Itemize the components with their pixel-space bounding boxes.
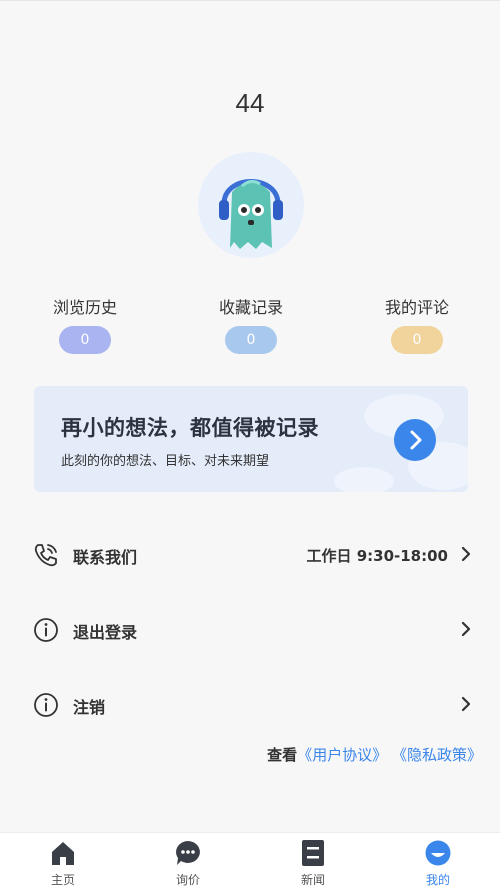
privacy-policy-link[interactable]: 《隐私政策》 xyxy=(392,746,482,764)
tab-mine[interactable]: 我的 xyxy=(398,833,478,888)
stat-count-badge: 0 xyxy=(59,326,111,354)
banner-title: 再小的想法，都值得被记录 xyxy=(61,416,319,440)
tab-news[interactable]: 新闻 xyxy=(273,833,353,888)
info-icon xyxy=(34,693,58,717)
menu-item-contact[interactable]: 联系我们 工作日 9:30-18:00 xyxy=(0,518,500,592)
stat-label: 收藏记录 xyxy=(218,298,283,317)
tab-label: 我的 xyxy=(425,873,450,887)
stats-row: 浏览历史 0 收藏记录 0 我的评论 0 xyxy=(0,296,500,366)
policy-view-label: 查看 xyxy=(267,746,298,764)
phone-icon xyxy=(34,544,57,567)
menu-label: 联系我们 xyxy=(73,548,138,567)
avatar[interactable] xyxy=(198,152,304,258)
banner-go-button[interactable] xyxy=(394,419,436,461)
tab-home[interactable]: 主页 xyxy=(23,833,103,888)
news-document-icon xyxy=(302,840,324,866)
stat-my-comments[interactable]: 我的评论 0 xyxy=(357,296,477,354)
idea-banner[interactable]: 再小的想法，都值得被记录 此刻的你的想法、目标、对未来期望 xyxy=(34,386,468,492)
menu-item-logout[interactable]: 退出登录 xyxy=(0,593,500,667)
working-hours: 工作日 9:30-18:00 xyxy=(306,547,448,565)
bottom-tab-bar: 主页 询价 新闻 我的 xyxy=(0,832,500,888)
user-agreement-link[interactable]: 《用户协议》 xyxy=(297,746,387,764)
chevron-right-icon xyxy=(461,696,471,712)
chevron-right-icon xyxy=(461,546,471,562)
banner-subtitle: 此刻的你的想法、目标、对未来期望 xyxy=(61,454,270,469)
stat-browse-history[interactable]: 浏览历史 0 xyxy=(25,296,145,354)
avatar-mascot-icon xyxy=(219,179,283,249)
tab-inquiry[interactable]: 询价 xyxy=(148,833,228,888)
stat-count-badge: 0 xyxy=(391,326,443,354)
chevron-right-icon xyxy=(410,430,422,450)
stat-count-badge: 0 xyxy=(225,326,277,354)
stat-label: 我的评论 xyxy=(384,298,449,317)
top-divider xyxy=(0,0,500,1)
chevron-right-icon xyxy=(461,621,471,637)
menu-label: 退出登录 xyxy=(73,623,138,642)
username: 44 xyxy=(235,88,265,118)
info-icon xyxy=(34,618,58,642)
stat-favorites[interactable]: 收藏记录 0 xyxy=(191,296,311,354)
tab-label: 新闻 xyxy=(300,873,325,887)
menu-item-cancel-account[interactable]: 注销 xyxy=(0,668,500,742)
tab-label: 主页 xyxy=(50,873,75,887)
chat-bubble-icon xyxy=(176,841,200,865)
profile-face-icon xyxy=(425,840,451,866)
policy-links: 查看《用户协议》 《隐私政策》 xyxy=(267,744,482,765)
menu-label: 注销 xyxy=(73,698,106,717)
tab-label: 询价 xyxy=(175,873,200,887)
home-icon xyxy=(52,842,74,865)
stat-label: 浏览历史 xyxy=(52,298,117,317)
